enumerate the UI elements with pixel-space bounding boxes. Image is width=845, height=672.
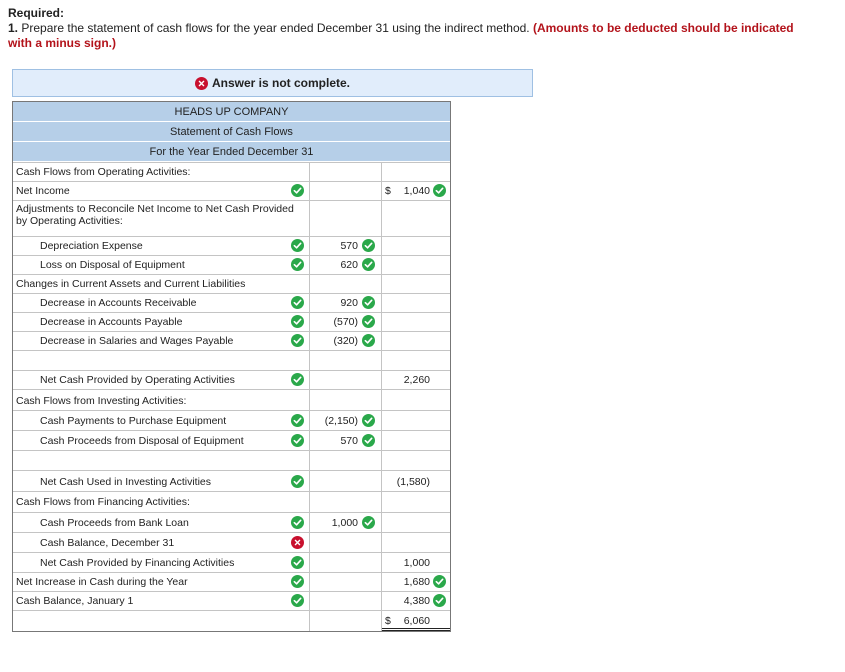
check-circle-icon (433, 594, 446, 607)
table-row[interactable] (13, 450, 450, 470)
amount[interactable]: 1,000 (318, 517, 358, 529)
check-circle-icon (291, 516, 304, 529)
check-circle-icon (362, 434, 375, 447)
amount-total[interactable]: 4,380 (390, 595, 430, 607)
table-row[interactable]: Cash Proceeds from Bank Loan 1,000 (13, 512, 450, 532)
row-label[interactable]: Cash Balance, January 1 (16, 595, 133, 607)
company-name: HEADS UP COMPANY (13, 102, 450, 122)
table-row: Adjustments to Reconcile Net Income to N… (13, 200, 450, 236)
table-row[interactable]: Depreciation Expense 570 (13, 236, 450, 255)
table-row[interactable]: Cash Balance, December 31 (13, 532, 450, 552)
table-row[interactable]: Net Cash Provided by Financing Activitie… (13, 552, 450, 572)
check-circle-icon (362, 239, 375, 252)
double-underline (382, 628, 450, 629)
check-circle-icon (291, 434, 304, 447)
check-circle-icon (291, 556, 304, 569)
row-label[interactable]: Net Cash Provided by Financing Activitie… (40, 557, 234, 569)
row-label: Changes in Current Assets and Current Li… (16, 278, 246, 290)
x-circle-icon (291, 536, 304, 549)
table-row[interactable]: Cash Balance, January 1 4,380 (13, 591, 450, 610)
amount-total[interactable]: 2,260 (390, 374, 430, 386)
cash-flow-statement: HEADS UP COMPANY Statement of Cash Flows… (12, 101, 451, 632)
row-label[interactable]: Net Cash Provided by Operating Activitie… (40, 374, 235, 386)
row-label[interactable]: Cash Balance, December 31 (40, 537, 174, 549)
row-label[interactable]: Decrease in Accounts Payable (40, 316, 182, 328)
statement-title: Statement of Cash Flows (13, 122, 450, 142)
check-circle-icon (291, 258, 304, 271)
check-circle-icon (291, 594, 304, 607)
table-row[interactable]: Net Cash Provided by Operating Activitie… (13, 370, 450, 389)
row-label: Cash Flows from Investing Activities: (16, 395, 187, 407)
table-row[interactable]: Net Income $ 1,040 (13, 181, 450, 200)
check-circle-icon (291, 296, 304, 309)
amount[interactable]: 570 (318, 435, 358, 447)
table-row: Cash Flows from Operating Activities: (13, 162, 450, 181)
amount[interactable]: (2,150) (314, 415, 358, 427)
row-label[interactable]: Net Increase in Cash during the Year (16, 576, 188, 588)
table-row[interactable]: Net Cash Used in Investing Activities (1… (13, 470, 450, 491)
check-circle-icon (433, 575, 446, 588)
table-row: Cash Flows from Investing Activities: (13, 389, 450, 410)
amount[interactable]: (320) (318, 335, 358, 347)
amount[interactable]: 570 (318, 240, 358, 252)
amount[interactable]: (570) (318, 316, 358, 328)
row-label[interactable]: Depreciation Expense (40, 240, 143, 252)
answer-status-text: Answer is not complete. (211, 76, 351, 90)
check-circle-icon (291, 575, 304, 588)
amount[interactable]: 920 (318, 297, 358, 309)
amount-total[interactable]: (1,580) (386, 476, 430, 488)
row-label[interactable]: Loss on Disposal of Equipment (40, 259, 185, 271)
row-label: Cash Flows from Operating Activities: (16, 166, 191, 178)
row-label: Adjustments to Reconcile Net Income to N… (16, 203, 294, 227)
amount-total[interactable]: 1,000 (390, 557, 430, 569)
check-circle-icon (291, 239, 304, 252)
row-label: Cash Flows from Financing Activities: (16, 496, 190, 508)
row-label[interactable]: Decrease in Accounts Receivable (40, 297, 196, 309)
row-label[interactable]: Cash Payments to Purchase Equipment (40, 415, 226, 427)
required-heading: Required: (8, 6, 65, 20)
check-circle-icon (362, 414, 375, 427)
instruction-number: 1. (8, 21, 19, 35)
table-row: Changes in Current Assets and Current Li… (13, 274, 450, 293)
table-row: Cash Flows from Financing Activities: (13, 491, 450, 512)
check-circle-icon (291, 334, 304, 347)
row-label[interactable]: Cash Proceeds from Disposal of Equipment (40, 435, 244, 447)
amount-grand-total[interactable]: 6,060 (390, 615, 430, 627)
table-row[interactable] (13, 350, 450, 370)
check-circle-icon (291, 373, 304, 386)
statement-period: For the Year Ended December 31 (13, 142, 450, 162)
x-circle-icon (194, 76, 208, 90)
double-underline (382, 630, 450, 631)
check-circle-icon (433, 184, 446, 197)
row-label[interactable]: Decrease in Salaries and Wages Payable (40, 335, 233, 347)
row-label[interactable]: Net Cash Used in Investing Activities (40, 476, 211, 488)
instructions: 1. Prepare the statement of cash flows f… (8, 21, 808, 51)
row-label[interactable]: Cash Proceeds from Bank Loan (40, 517, 189, 529)
row-label[interactable]: Net Income (16, 185, 70, 197)
check-circle-icon (362, 315, 375, 328)
table-row[interactable]: Decrease in Salaries and Wages Payable (… (13, 331, 450, 350)
amount[interactable]: 620 (318, 259, 358, 271)
check-circle-icon (291, 315, 304, 328)
amount-total[interactable]: 1,680 (390, 576, 430, 588)
check-circle-icon (362, 296, 375, 309)
table-row[interactable]: Cash Proceeds from Disposal of Equipment… (13, 430, 450, 450)
table-row[interactable]: Cash Payments to Purchase Equipment (2,1… (13, 410, 450, 430)
check-circle-icon (362, 334, 375, 347)
table-row[interactable]: Loss on Disposal of Equipment 620 (13, 255, 450, 274)
check-circle-icon (291, 475, 304, 488)
instruction-text: Prepare the statement of cash flows for … (18, 21, 533, 35)
table-row[interactable]: Decrease in Accounts Payable (570) (13, 312, 450, 331)
check-circle-icon (291, 414, 304, 427)
answer-status-banner: Answer is not complete. (12, 69, 533, 97)
amount-total[interactable]: 1,040 (390, 185, 430, 197)
check-circle-icon (362, 258, 375, 271)
check-circle-icon (362, 516, 375, 529)
check-circle-icon (291, 184, 304, 197)
table-row[interactable]: Net Increase in Cash during the Year 1,6… (13, 572, 450, 591)
table-row[interactable]: Decrease in Accounts Receivable 920 (13, 293, 450, 312)
